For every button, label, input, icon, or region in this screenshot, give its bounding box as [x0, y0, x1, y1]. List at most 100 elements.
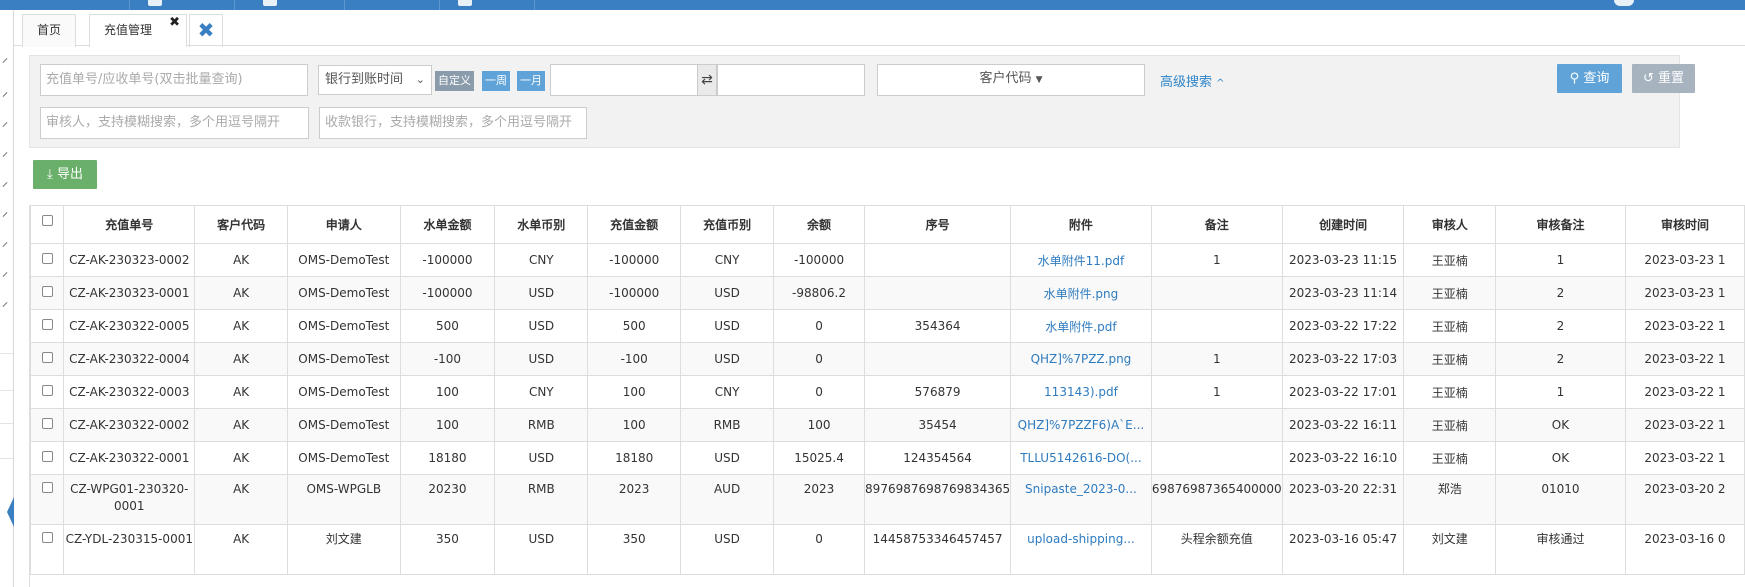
row-checkbox[interactable]	[30, 375, 65, 409]
column-header[interactable]: 申请人	[287, 205, 401, 244]
attachment-link[interactable]: Snipaste_2023-0...	[1010, 474, 1152, 525]
top-nav-item[interactable]	[30, 0, 130, 10]
attachment-link[interactable]: QHZ]%7PZZ.png	[1010, 342, 1152, 376]
reviewer-input[interactable]: 审核人，支持模糊搜索，多个用逗号隔开	[40, 107, 309, 139]
reset-label: 重置	[1658, 71, 1685, 86]
close-tab-icon[interactable]: ✖	[169, 7, 180, 38]
sidebar-arrow-icon[interactable]	[2, 152, 8, 157]
table-cell: 2023	[772, 474, 866, 525]
table-cell: -100	[587, 342, 682, 376]
sidebar-arrow-icon[interactable]	[2, 302, 8, 307]
attachment-link[interactable]: TLLU5142616-DO(...	[1010, 441, 1152, 475]
table-cell: CZ-AK-230322-0005	[63, 309, 196, 343]
column-header[interactable]: 水单金额	[399, 205, 496, 244]
page-scrollbar[interactable]	[1733, 45, 1745, 587]
table-cell: -100000	[772, 243, 866, 277]
date-start-input[interactable]	[550, 64, 698, 96]
date-type-select[interactable]: 银行到账时间 ⌄	[318, 65, 432, 95]
row-checkbox[interactable]	[30, 441, 65, 475]
column-header[interactable]: 序号	[864, 205, 1012, 244]
date-month-button[interactable]: 一月	[517, 71, 545, 91]
table-cell: AK	[194, 441, 289, 475]
table-row[interactable]: CZ-AK-230323-0001 AK OMS-DemoTest -100000 US…	[30, 276, 1745, 310]
table-row[interactable]: CZ-AK-230322-0002 AK OMS-DemoTest 100 RMB 100…	[30, 408, 1745, 442]
table-cell: 0	[772, 309, 866, 343]
reset-button[interactable]: ↺ 重置	[1632, 64, 1695, 93]
row-checkbox[interactable]	[30, 524, 65, 575]
table-row[interactable]: CZ-AK-230322-0004 AK OMS-DemoTest -100 USD -1…	[30, 342, 1745, 376]
sidebar-arrow-icon[interactable]	[2, 122, 8, 127]
table-cell: 15025.4	[772, 441, 866, 475]
column-header[interactable]: 备注	[1150, 205, 1283, 244]
row-checkbox[interactable]	[30, 309, 65, 343]
column-header[interactable]: 充值币别	[680, 205, 774, 244]
date-end-input[interactable]	[717, 64, 865, 96]
table-cell: CZ-YDL-230315-0001	[63, 524, 196, 575]
table-row[interactable]: CZ-AK-230322-0003 AK OMS-DemoTest 100 CNY 100…	[30, 375, 1745, 409]
attachment-link[interactable]: QHZ]%7PZZF6)A`E...	[1010, 408, 1152, 442]
top-nav-item[interactable]	[130, 0, 235, 10]
table-cell: 350	[587, 524, 682, 575]
table-cell: 2023-03-22 1	[1624, 408, 1745, 442]
date-custom-button[interactable]: 自定义	[435, 71, 474, 91]
table-cell: OMS-DemoTest	[287, 342, 401, 376]
query-button[interactable]: ⚲ 查询	[1557, 64, 1622, 93]
table-cell: 69876987365400000	[1150, 474, 1283, 525]
attachment-link[interactable]: upload-shipping...	[1010, 524, 1152, 575]
bank-input[interactable]: 收款银行，支持模糊搜索，多个用逗号隔开	[319, 107, 587, 139]
advanced-search-link[interactable]: 高级搜索 ^	[1160, 71, 1225, 90]
top-nav-item[interactable]	[440, 0, 535, 10]
top-nav-item[interactable]	[235, 0, 345, 10]
attachment-link[interactable]: 水单附件.pdf	[1010, 309, 1152, 343]
column-header[interactable]: 充值单号	[63, 205, 196, 244]
sidebar-arrow-icon[interactable]	[2, 58, 8, 63]
attachment-link[interactable]: 113143).pdf	[1010, 375, 1152, 409]
top-nav-item[interactable]	[345, 0, 440, 10]
user-avatar-icon[interactable]	[1614, 0, 1634, 6]
column-header[interactable]: 充值金额	[587, 205, 682, 244]
table-cell	[864, 276, 1012, 310]
column-header[interactable]: 创建时间	[1281, 205, 1405, 244]
table-cell: CZ-AK-230323-0001	[63, 276, 196, 310]
column-header[interactable]: 附件	[1010, 205, 1152, 244]
row-checkbox[interactable]	[30, 474, 65, 525]
sidebar-arrow-icon[interactable]	[2, 182, 8, 187]
sidebar-arrow-icon[interactable]	[2, 212, 8, 217]
row-checkbox[interactable]	[30, 342, 65, 376]
close-all-tabs-icon[interactable]: ✖	[189, 14, 223, 47]
order-no-input[interactable]: 充值单号/应收单号(双击批量查询)	[40, 64, 308, 96]
column-header[interactable]: 审核人	[1403, 205, 1496, 244]
sidebar-toggle-icon[interactable]	[7, 497, 14, 527]
row-checkbox[interactable]	[30, 408, 65, 442]
column-header[interactable]: 审核备注	[1495, 205, 1626, 244]
table-row[interactable]: CZ-YDL-230315-0001 AK 刘文建 350 USD 350 USD 0 1445…	[30, 524, 1745, 575]
select-all-checkbox[interactable]	[30, 205, 65, 244]
column-header[interactable]: 审核时间	[1624, 205, 1745, 244]
table-cell	[1150, 408, 1283, 442]
column-header[interactable]: 余额	[772, 205, 866, 244]
attachment-link[interactable]: 水单附件.png	[1010, 276, 1152, 310]
table-row[interactable]: CZ-AK-230322-0001 AK OMS-DemoTest 18180 USD 1…	[30, 441, 1745, 475]
date-week-button[interactable]: 一周	[482, 71, 510, 91]
table-cell: 100	[399, 375, 496, 409]
tab-recharge-management[interactable]: 充值管理 ✖	[89, 14, 187, 47]
column-header[interactable]: 水单币别	[494, 205, 589, 244]
table-cell: AK	[194, 276, 289, 310]
tab-home[interactable]: 首页	[22, 14, 77, 47]
customer-code-select[interactable]: 客户代码 ▼	[877, 64, 1145, 96]
sidebar-arrow-icon[interactable]	[2, 242, 8, 247]
export-button[interactable]: ⤓ 导出	[33, 160, 97, 189]
table-cell: CNY	[494, 375, 589, 409]
row-checkbox[interactable]	[30, 276, 65, 310]
sidebar-arrow-icon[interactable]	[2, 272, 8, 277]
attachment-link[interactable]: 水单附件11.pdf	[1010, 243, 1152, 277]
table-cell: 576879	[864, 375, 1012, 409]
column-header[interactable]: 客户代码	[194, 205, 289, 244]
tab-bar: 首页 充值管理 ✖ ✖	[14, 10, 1745, 47]
table-row[interactable]: CZ-WPG01-230320-0001 AK OMS-WPGLB 20230 RMB 2…	[30, 474, 1745, 525]
table-row[interactable]: CZ-AK-230323-0002 AK OMS-DemoTest -100000 CN…	[30, 243, 1745, 277]
sidebar-arrow-icon[interactable]	[2, 92, 8, 97]
table-cell: 2023-03-23 1	[1624, 243, 1745, 277]
table-row[interactable]: CZ-AK-230322-0005 AK OMS-DemoTest 500 USD 500…	[30, 309, 1745, 343]
row-checkbox[interactable]	[30, 243, 65, 277]
